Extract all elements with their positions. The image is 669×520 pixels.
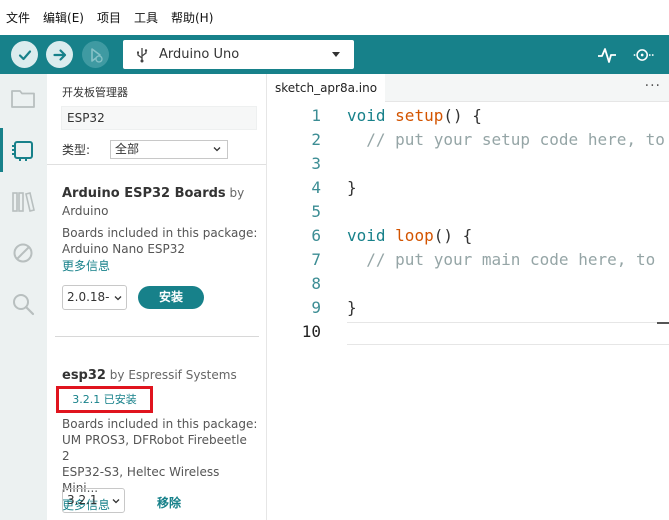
- code-line: void setup() {: [347, 106, 482, 125]
- code-comment: // put your main code here, to: [347, 250, 656, 269]
- search-input[interactable]: ESP32: [61, 106, 257, 130]
- type-filter-row: 类型: 全部: [62, 140, 228, 159]
- menu-help[interactable]: 帮助(H): [171, 9, 213, 26]
- tab-sketch[interactable]: sketch_apr8a.ino: [267, 74, 386, 102]
- usb-icon: [137, 47, 148, 62]
- package-desc-line2: Arduino Nano ESP32: [62, 242, 186, 256]
- keyword: void: [347, 106, 386, 125]
- package-author: Espressif Systems: [128, 368, 237, 382]
- code-comment: // put your setup code here, to: [347, 130, 665, 149]
- code-line: }: [347, 178, 357, 197]
- editor-tab-bar: sketch_apr8a.ino ···: [267, 74, 669, 102]
- line-number: 9: [311, 298, 321, 317]
- arduino-ide-window: 文件 编辑(E) 项目 工具 帮助(H) Arduino Uno 开发板管理器 …: [0, 0, 669, 520]
- installed-badge: 3.2.1 已安装: [56, 386, 153, 413]
- type-value: 全部: [115, 142, 140, 156]
- package-desc-line2: UM PROS3, DFRobot Firebeetle 2: [62, 433, 247, 463]
- folder-icon[interactable]: [9, 84, 37, 112]
- version-value: 3.2.1: [67, 493, 98, 507]
- boards-manager-icon[interactable]: [9, 136, 37, 164]
- version-select[interactable]: 3.2.1: [62, 488, 125, 513]
- menu-edit[interactable]: 编辑(E): [43, 9, 84, 26]
- upload-button[interactable]: [46, 41, 73, 68]
- package-author: Arduino: [62, 204, 109, 218]
- package-name: Arduino ESP32 Boards: [62, 186, 226, 201]
- activity-bar: [0, 74, 47, 520]
- line-number: 1: [311, 106, 321, 125]
- library-icon[interactable]: [9, 188, 37, 216]
- serial-monitor-icon[interactable]: [632, 44, 654, 66]
- code-editor: sketch_apr8a.ino ··· 1 2 3 4 5 6 7 8 9 1…: [267, 74, 669, 520]
- boards-manager-panel: 开发板管理器 ESP32 类型: 全部 Arduino ESP32 Boards…: [47, 74, 267, 520]
- search-icon[interactable]: [9, 290, 37, 318]
- panel-title: 开发板管理器: [62, 86, 128, 99]
- menu-tools[interactable]: 工具: [134, 9, 158, 26]
- active-indicator: [0, 128, 3, 172]
- package-by: by: [109, 368, 125, 382]
- board-name: Arduino Uno: [159, 47, 240, 62]
- line-number: 7: [311, 250, 321, 269]
- check-icon: [18, 49, 31, 60]
- line-number: 10: [301, 322, 321, 341]
- line-number: 4: [311, 178, 321, 197]
- chevron-down-icon: [332, 52, 340, 57]
- board-selector[interactable]: Arduino Uno: [123, 40, 354, 69]
- toolbar: Arduino Uno: [0, 35, 669, 74]
- serial-plotter-icon[interactable]: [596, 44, 618, 66]
- function-name: loop: [395, 226, 434, 245]
- keyword: void: [347, 226, 386, 245]
- version-value: 2.0.18-: [67, 290, 110, 304]
- debug-button[interactable]: [82, 41, 109, 68]
- code-line: }: [347, 298, 357, 317]
- chevron-down-icon: [112, 499, 120, 504]
- type-select[interactable]: 全部: [110, 140, 228, 159]
- line-number: 5: [311, 202, 321, 221]
- debug-disabled-icon[interactable]: [9, 239, 37, 267]
- menu-sketch[interactable]: 项目: [97, 9, 121, 26]
- current-line-highlight: [347, 322, 669, 345]
- package-desc-line1: Boards included in this package:: [62, 226, 258, 240]
- verify-button[interactable]: [11, 41, 38, 68]
- line-number: 6: [311, 226, 321, 245]
- package-arduino-esp32: Arduino ESP32 Boards by Arduino Boards i…: [62, 184, 258, 274]
- line-number: 2: [311, 130, 321, 149]
- code-text: () {: [443, 106, 482, 125]
- code-line: void loop() {: [347, 226, 472, 245]
- version-select[interactable]: 2.0.18-: [62, 285, 127, 310]
- type-label: 类型:: [62, 143, 91, 157]
- scrollbar[interactable]: [657, 322, 669, 324]
- menu-file[interactable]: 文件: [6, 9, 30, 26]
- package-desc-line1: Boards included in this package:: [62, 417, 258, 431]
- package-esp32: esp32 by Espressif Systems: [62, 366, 258, 385]
- package-name: esp32: [62, 368, 106, 383]
- line-number: 8: [311, 274, 321, 293]
- code-text: () {: [433, 226, 473, 245]
- remove-button[interactable]: 移除: [157, 494, 181, 511]
- install-button[interactable]: 安装: [138, 286, 204, 309]
- chevron-down-icon: [114, 296, 122, 301]
- divider: [55, 336, 259, 337]
- chevron-down-icon: [213, 147, 221, 152]
- more-actions-icon[interactable]: ···: [645, 78, 661, 94]
- debug-icon: [90, 47, 103, 63]
- divider: [47, 164, 266, 165]
- package-by: by: [229, 186, 245, 200]
- menu-bar: 文件 编辑(E) 项目 工具 帮助(H): [0, 0, 669, 35]
- function-name: setup: [395, 106, 444, 125]
- arrow-right-icon: [52, 48, 66, 61]
- line-number: 3: [311, 154, 321, 173]
- more-info-link[interactable]: 更多信息: [62, 257, 258, 274]
